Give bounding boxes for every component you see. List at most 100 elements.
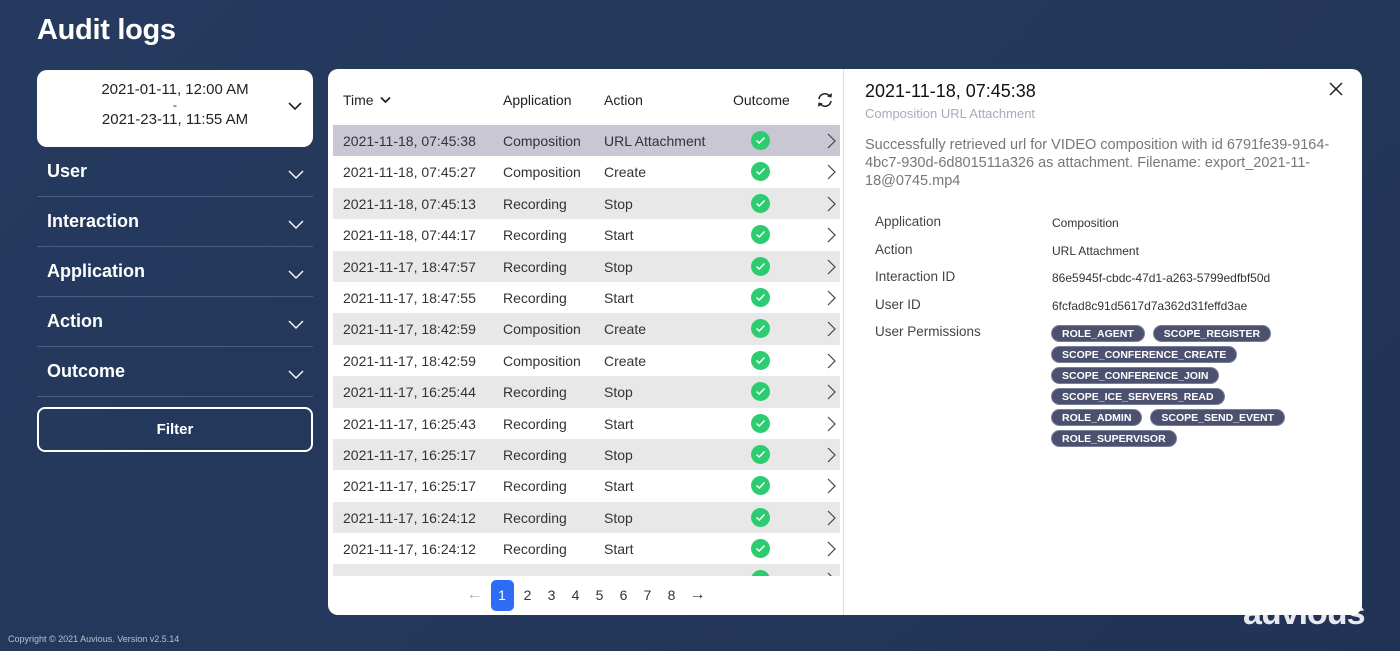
filter-application[interactable]: Application [37, 247, 313, 297]
table-row[interactable]: 2021-11-18, 07:45:38 Composition URL Att… [333, 125, 840, 157]
chevron-right-icon[interactable] [826, 196, 836, 212]
chevron-down-icon [288, 220, 304, 229]
cell-time: 2021-11-17, 16:24:12 [343, 541, 476, 558]
refresh-icon[interactable] [816, 91, 834, 109]
filter-sidebar: 2021-01-11, 12:00 AM - 2021-23-11, 11:55… [37, 70, 313, 452]
table-row[interactable]: 2021-11-17, 16:25:44 Recording Stop [333, 376, 840, 408]
permission-chip: ROLE_SUPERVISOR [1051, 430, 1177, 447]
pagination-prev-button[interactable]: ← [461, 586, 489, 604]
chevron-down-icon [288, 270, 304, 279]
chevron-right-icon[interactable] [826, 133, 836, 149]
pagination-page-4[interactable]: 4 [564, 587, 588, 603]
chevron-right-icon[interactable] [826, 290, 836, 306]
success-check-icon [751, 350, 770, 370]
permission-chip: SCOPE_CONFERENCE_JOIN [1051, 367, 1220, 384]
table-row[interactable]: 2021-11-18, 07:44:17 Recording Start [333, 219, 840, 250]
close-icon[interactable] [1329, 82, 1343, 96]
chevron-down-icon [288, 370, 304, 379]
permission-chip: SCOPE_CONFERENCE_CREATE [1051, 346, 1238, 363]
chevron-right-icon[interactable] [826, 447, 836, 463]
cell-action: Start [604, 415, 634, 432]
cell-time: 2021-11-17, 16:25:43 [343, 415, 476, 432]
chevron-right-icon[interactable] [826, 353, 836, 369]
filter-label: Action [47, 311, 103, 331]
chevron-right-icon[interactable] [826, 164, 836, 180]
column-header-action: Action [604, 92, 643, 108]
chevron-right-icon[interactable] [826, 384, 836, 400]
detail-field-key: Action [875, 241, 913, 257]
filter-action[interactable]: Action [37, 297, 313, 347]
detail-field-value: Composition [1052, 216, 1119, 230]
cell-application: Recording [503, 258, 567, 275]
chevron-right-icon[interactable] [826, 572, 836, 576]
pagination-page-5[interactable]: 5 [588, 587, 612, 603]
cell-action: Create [604, 352, 647, 369]
cell-time: 2021-11-18, 07:44:17 [343, 227, 476, 244]
success-check-icon [751, 256, 770, 276]
cell-action: Start [604, 478, 634, 495]
column-header-time[interactable]: Time [343, 92, 391, 108]
filter-label: Interaction [47, 211, 140, 231]
chevron-right-icon[interactable] [826, 416, 836, 432]
table-row[interactable]: 2021-11-17, 16:24:12 Recording Stop [333, 501, 840, 534]
table-row[interactable]: 2021-11-17, 16:25:17 Recording Stop [333, 438, 840, 471]
cell-application: Recording [503, 478, 567, 495]
column-header-application: Application [503, 92, 572, 108]
cell-application: Recording [503, 227, 567, 244]
filter-outcome[interactable]: Outcome [37, 347, 313, 397]
detail-field-key: Interaction ID [875, 269, 956, 284]
cell-application: Recording [503, 195, 567, 212]
permission-chip: SCOPE_REGISTER [1152, 325, 1272, 342]
chevron-right-icon[interactable] [826, 541, 836, 557]
detail-field-user-id: User ID 6fcfad8c91d5617d7a362d31feffd3ae [875, 297, 1345, 325]
cell-application: Recording [503, 289, 567, 306]
chevron-right-icon[interactable] [826, 227, 836, 243]
pagination-page-8[interactable]: 8 [660, 587, 684, 603]
date-range-start: 2021-01-11, 12:00 AM [101, 81, 249, 98]
chevron-right-icon[interactable] [826, 478, 836, 494]
pagination-page-3[interactable]: 3 [540, 587, 564, 603]
success-check-icon [751, 131, 770, 150]
table-body[interactable]: 2021-11-18, 07:45:38 Composition URL Att… [333, 125, 840, 576]
pagination-page-6[interactable]: 6 [612, 587, 636, 603]
permission-chip: ROLE_ADMIN [1051, 409, 1143, 426]
table-row[interactable]: 2021-11-17, 18:42:59 Composition Create [333, 345, 840, 376]
detail-field-value: 6fcfad8c91d5617d7a362d31feffd3ae [1052, 298, 1248, 313]
table-row[interactable]: 2021-11-17, 18:47:55 Recording Start [333, 282, 840, 313]
chevron-right-icon[interactable] [826, 259, 836, 275]
pagination-page-1[interactable]: 1 [490, 579, 514, 611]
pagination-page-2[interactable]: 2 [516, 587, 540, 603]
permission-chip: SCOPE_SEND_EVENT [1150, 409, 1286, 426]
filter-button[interactable]: Filter [37, 407, 313, 452]
cell-action: Start [604, 289, 634, 306]
pagination-page-7[interactable]: 7 [636, 587, 660, 603]
filter-label: Application [47, 261, 145, 281]
cell-time: 2021-11-18, 07:45:13 [343, 195, 476, 212]
chevron-right-icon[interactable] [826, 510, 836, 526]
table-row[interactable] [333, 564, 840, 576]
chevron-down-icon [288, 320, 304, 329]
success-check-icon [751, 539, 770, 559]
table-row[interactable]: 2021-11-17, 18:47:57 Recording Stop [333, 250, 840, 282]
details-subtitle: Composition URL Attachment [865, 106, 1036, 121]
cell-application: Recording [503, 541, 567, 558]
table-row[interactable]: 2021-11-17, 16:24:12 Recording Start [333, 533, 840, 564]
table-row[interactable]: 2021-11-17, 16:25:43 Recording Start [333, 408, 840, 439]
filter-interaction[interactable]: Interaction [37, 197, 313, 247]
date-range-picker[interactable]: 2021-01-11, 12:00 AM - 2021-23-11, 11:55… [37, 70, 313, 147]
table-row[interactable]: 2021-11-17, 18:42:59 Composition Create [333, 313, 840, 345]
cell-action: Create [604, 164, 647, 181]
cell-application: Composition [503, 352, 581, 369]
sort-chevron-down-icon [379, 96, 391, 104]
cell-application: Recording [503, 509, 567, 526]
table-row[interactable]: 2021-11-18, 07:45:27 Composition Create [333, 156, 840, 187]
details-description: Successfully retrieved url for VIDEO com… [865, 137, 1330, 189]
table-row[interactable]: 2021-11-17, 16:25:17 Recording Start [333, 470, 840, 501]
cell-action: Create [604, 321, 647, 338]
chevron-right-icon[interactable] [826, 321, 836, 337]
cell-time: 2021-11-17, 18:42:59 [343, 321, 476, 338]
table-row[interactable]: 2021-11-18, 07:45:13 Recording Stop [333, 187, 840, 220]
filter-user[interactable]: User [37, 147, 313, 197]
pagination-next-button[interactable]: → [684, 586, 712, 604]
cell-action: Stop [604, 258, 633, 275]
